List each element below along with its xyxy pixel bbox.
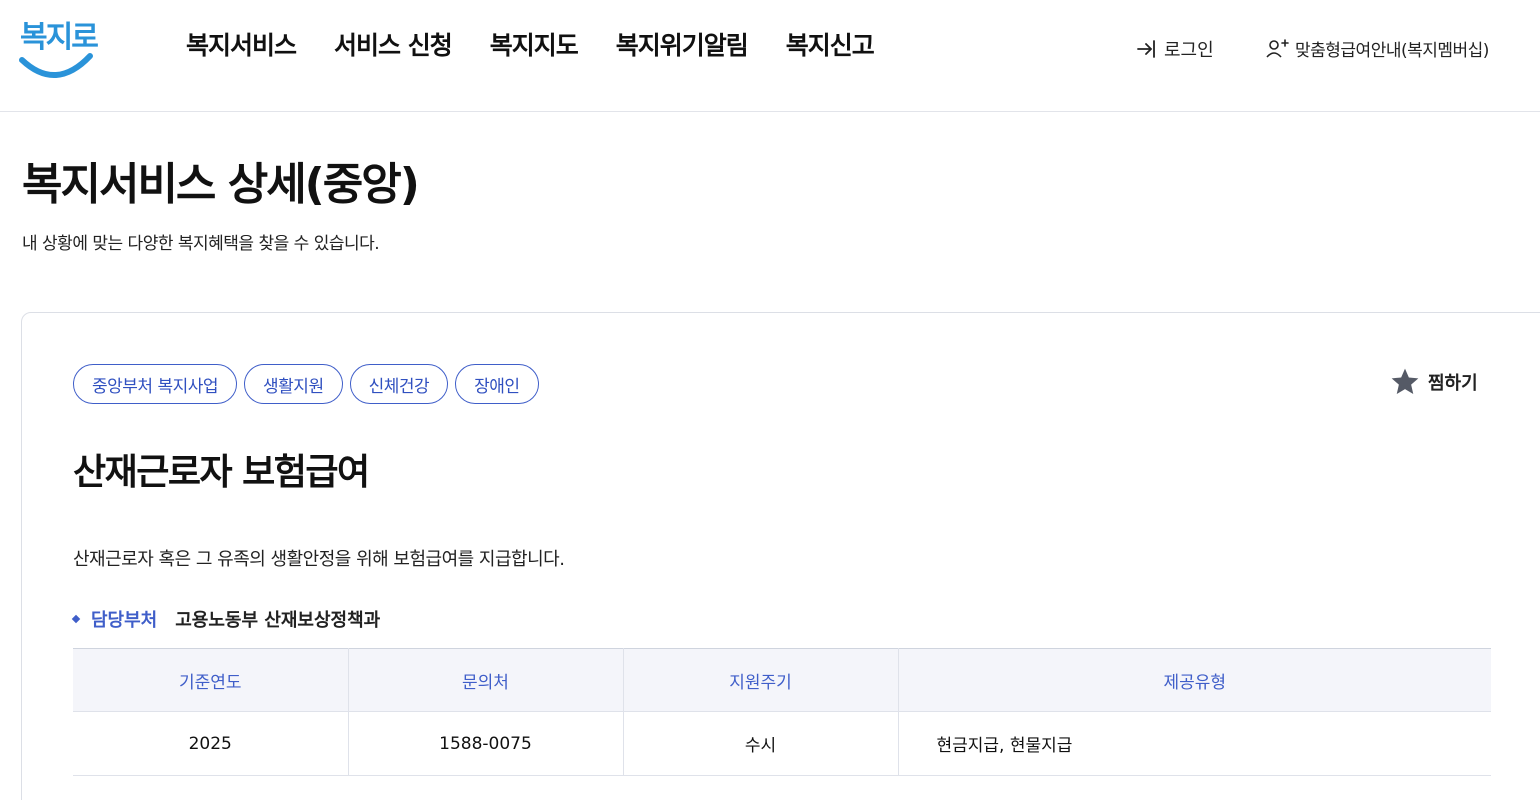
- nav-welfare-report[interactable]: 복지신고: [786, 26, 875, 62]
- table-header-row: 기준연도 문의처 지원주기 제공유형: [73, 648, 1491, 712]
- login-link[interactable]: 로그인: [1136, 36, 1214, 62]
- nav-welfare-map[interactable]: 복지지도: [490, 26, 579, 62]
- cell-support-cycle: 수시: [623, 711, 899, 776]
- cell-base-year: 2025: [73, 711, 349, 776]
- service-detail-card: 중앙부처 복지사업 생활지원 신체건강 장애인 찜하기 산재근로자 보험급여 산…: [21, 312, 1540, 800]
- header-contact: 문의처: [348, 648, 624, 712]
- login-arrow-icon: [1137, 40, 1155, 58]
- favorite-button[interactable]: 찜하기: [1388, 366, 1478, 398]
- tag-central-ministry[interactable]: 중앙부처 복지사업: [73, 364, 238, 404]
- department-label: 담당부처: [91, 610, 158, 631]
- membership-label: 맞춤형급여안내(복지멤버십): [1295, 41, 1489, 61]
- tag-living-support[interactable]: 생활지원: [244, 364, 343, 404]
- site-header: 복지로 복지서비스 서비스 신청 복지지도 복지위기알림 복지신고 로그인 맞춤…: [0, 0, 1540, 112]
- service-summary: 산재근로자 혹은 그 유족의 생활안정을 위해 보험급여를 지급합니다.: [73, 549, 565, 570]
- cell-provision-type: 현금지급, 현물지급: [898, 711, 1491, 776]
- page-title: 복지서비스 상세(중앙): [22, 159, 420, 210]
- nav-welfare-service[interactable]: 복지서비스: [186, 26, 297, 62]
- login-label: 로그인: [1164, 40, 1214, 61]
- page-description: 내 상황에 맞는 다양한 복지혜택을 찾을 수 있습니다.: [22, 234, 380, 254]
- main-nav: 복지서비스 서비스 신청 복지지도 복지위기알림 복지신고: [186, 26, 875, 62]
- service-name: 산재근로자 보험급여: [73, 452, 370, 493]
- favorite-label: 찜하기: [1428, 373, 1478, 394]
- cell-contact: 1588-0075: [348, 711, 624, 776]
- category-tags: 중앙부처 복지사업 생활지원 신체건강 장애인: [73, 364, 539, 404]
- nav-crisis-alert[interactable]: 복지위기알림: [616, 26, 749, 62]
- department-value: 고용노동부 산재보상정책과: [175, 610, 381, 631]
- table-row: 2025 1588-0075 수시 현금지급, 현물지급: [73, 711, 1491, 776]
- site-logo[interactable]: 복지로: [18, 12, 99, 78]
- membership-link[interactable]: 맞춤형급여안내(복지멤버십): [1265, 36, 1489, 61]
- logo-smile-icon: [19, 53, 93, 78]
- department-info: 담당부처 고용노동부 산재보상정책과: [71, 606, 381, 632]
- diamond-bullet-icon: [71, 614, 81, 624]
- header-base-year: 기준연도: [73, 648, 349, 712]
- tag-physical-health[interactable]: 신체건강: [349, 364, 449, 404]
- star-icon: [1391, 368, 1419, 394]
- header-provision-type: 제공유형: [898, 648, 1491, 712]
- person-add-icon: [1266, 38, 1289, 58]
- service-info-table: 기준연도 문의처 지원주기 제공유형 2025 1588-0075 수시 현금지…: [73, 648, 1491, 776]
- header-support-cycle: 지원주기: [623, 648, 899, 712]
- nav-service-apply[interactable]: 서비스 신청: [334, 26, 453, 62]
- tag-disabled[interactable]: 장애인: [455, 364, 539, 404]
